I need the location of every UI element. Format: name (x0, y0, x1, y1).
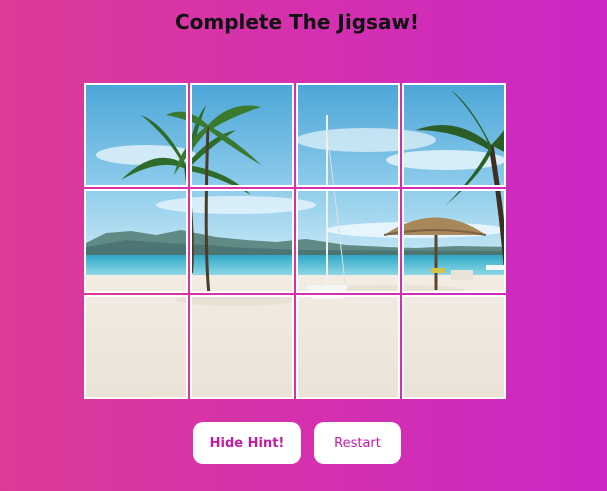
tile-image (298, 297, 398, 397)
puzzle-tile[interactable] (402, 295, 506, 399)
puzzle-tile[interactable] (296, 189, 400, 293)
tile-image (86, 297, 186, 397)
tile-image (192, 191, 292, 291)
tile-image (404, 191, 504, 291)
puzzle-tile[interactable] (296, 295, 400, 399)
jigsaw-board (84, 83, 510, 401)
tile-image (404, 85, 504, 185)
tile-image (298, 191, 398, 291)
puzzle-tile[interactable] (296, 83, 400, 187)
tile-image (404, 297, 504, 397)
tile-image (86, 85, 186, 185)
tile-image (86, 191, 186, 291)
puzzle-tile[interactable] (402, 83, 506, 187)
tile-image (192, 297, 292, 397)
hide-hint-button[interactable]: Hide Hint! (193, 422, 301, 464)
tile-image (192, 85, 292, 185)
tile-image (298, 85, 398, 185)
puzzle-tile[interactable] (84, 83, 188, 187)
puzzle-tile[interactable] (402, 189, 506, 293)
puzzle-tile[interactable] (190, 83, 294, 187)
puzzle-tile[interactable] (190, 295, 294, 399)
puzzle-tile[interactable] (84, 189, 188, 293)
puzzle-tile[interactable] (190, 189, 294, 293)
page-title: Complete The Jigsaw! (174, 10, 420, 34)
restart-button[interactable]: Restart (314, 422, 401, 464)
puzzle-tile[interactable] (84, 295, 188, 399)
